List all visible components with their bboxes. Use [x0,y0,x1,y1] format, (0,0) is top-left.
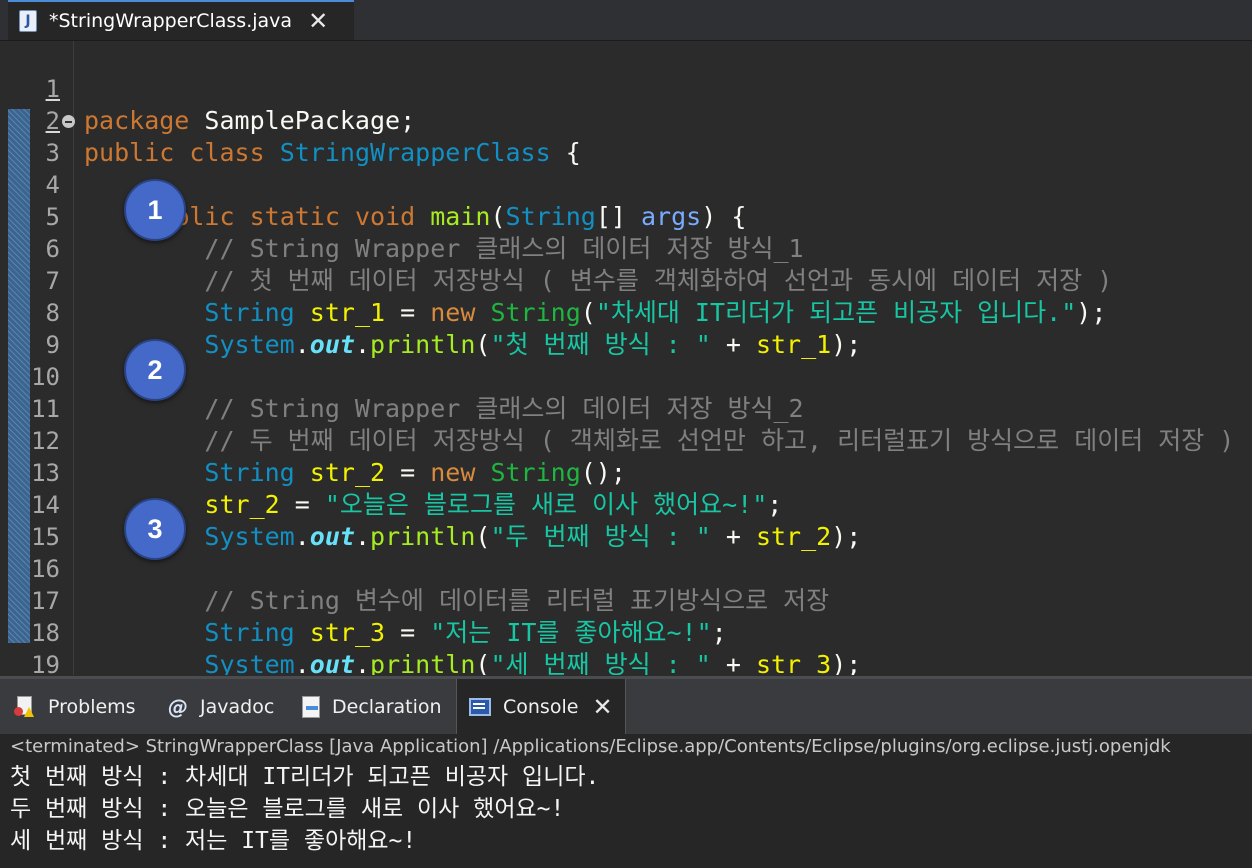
code-line-15: 15 [0,489,1252,551]
java-file-icon: J [19,10,37,32]
tab-declaration[interactable]: Declaration [302,679,442,734]
code-line-14: 14 System.out.println("두 번째 방식 : " + str… [0,457,1252,551]
code-line-18: 18 System.out.println("세 번째 방식 : " + str… [0,585,1252,675]
code-line-10: 10 // String Wrapper 클래스의 데이터 저장 방식_2 [0,329,1252,423]
console-output-line: 세 번째 방식 : 저는 IT를 좋아해요~! [10,828,417,854]
code-line-1: 1 package SamplePackage; [0,41,1252,135]
tab-label: Console [503,695,579,718]
console-output-line: 두 번째 방식 : 오늘은 블로그를 새로 이사 했어요~! [10,796,565,822]
close-icon[interactable]: ✕ [308,9,328,33]
tab-problems[interactable]: Problems [14,679,136,734]
editor-tab-title: *StringWrapperClass.java [49,10,293,32]
tab-label: Javadoc [200,695,275,718]
console-status: <terminated> StringWrapperClass [Java Ap… [10,736,1171,757]
annotation-badge-1: 1 [124,179,186,241]
code-line-9: 9 [0,297,1252,359]
code-line-12: 12 String str_2 = new String(); [0,393,1252,487]
console-output-line: 첫 번째 방식 : 차세대 IT리더가 되고픈 비공자 입니다. [10,764,600,790]
code-line-5: 5 // String Wrapper 클래스의 데이터 저장 방식_1 [0,169,1252,263]
code-line-6: 6 // 첫 번째 데이터 저장방식 ( 변수를 객체화하여 선언과 동시에 데… [0,201,1252,295]
tab-label: Problems [48,695,136,718]
code-line-17: 17 String str_3 = "저는 IT를 좋아해요~!"; [0,553,1252,647]
code-line-20: 20 } [0,649,1252,675]
code-editor[interactable]: 1 package SamplePackage; 2 public class … [0,41,1252,675]
code-line-7: 7 String str_1 = new String("차세대 IT리더가 되… [0,233,1252,327]
editor-tab-stringwrapperclass[interactable]: J *StringWrapperClass.java ✕ [8,0,354,40]
problems-icon [14,695,36,719]
annotation-badge-2: 2 [124,339,186,401]
annotation-badge-3: 3 [124,498,186,560]
code-line-11: 11 // 두 번째 데이터 저장방식 ( 객체화로 선언만 하고, 리터럴표기… [0,361,1252,455]
close-icon[interactable]: ✕ [592,695,612,719]
editor-tab-bar: J *StringWrapperClass.java ✕ [0,0,1252,41]
tab-javadoc[interactable]: @ Javadoc [168,679,274,734]
tab-label: Declaration [332,695,442,718]
code-line-8: 8 System.out.println("첫 번째 방식 : " + str_… [0,265,1252,359]
console-view[interactable]: <terminated> StringWrapperClass [Java Ap… [0,734,1252,868]
code-line-13: 13 str_2 = "오늘은 블로그를 새로 이사 했어요~!"; [0,425,1252,519]
code-line-19: 19 } [0,617,1252,675]
code-line-2: 2 public class StringWrapperClass { [0,73,1252,167]
code-line-4: 4 [0,137,1252,199]
declaration-icon [302,695,320,718]
console-icon [469,697,491,716]
tab-console[interactable]: Console ✕ [456,679,626,734]
fold-collapse-icon[interactable] [62,115,75,128]
javadoc-icon: @ [168,694,188,719]
panel-tab-bar: Problems @ Javadoc Declaration Console ✕ [0,676,1252,734]
code-line-16: 16 // String 변수에 데이터를 리터럴 표기방식으로 저장 [0,521,1252,615]
code-line-3: 3 public static void main(String[] args)… [0,105,1252,231]
